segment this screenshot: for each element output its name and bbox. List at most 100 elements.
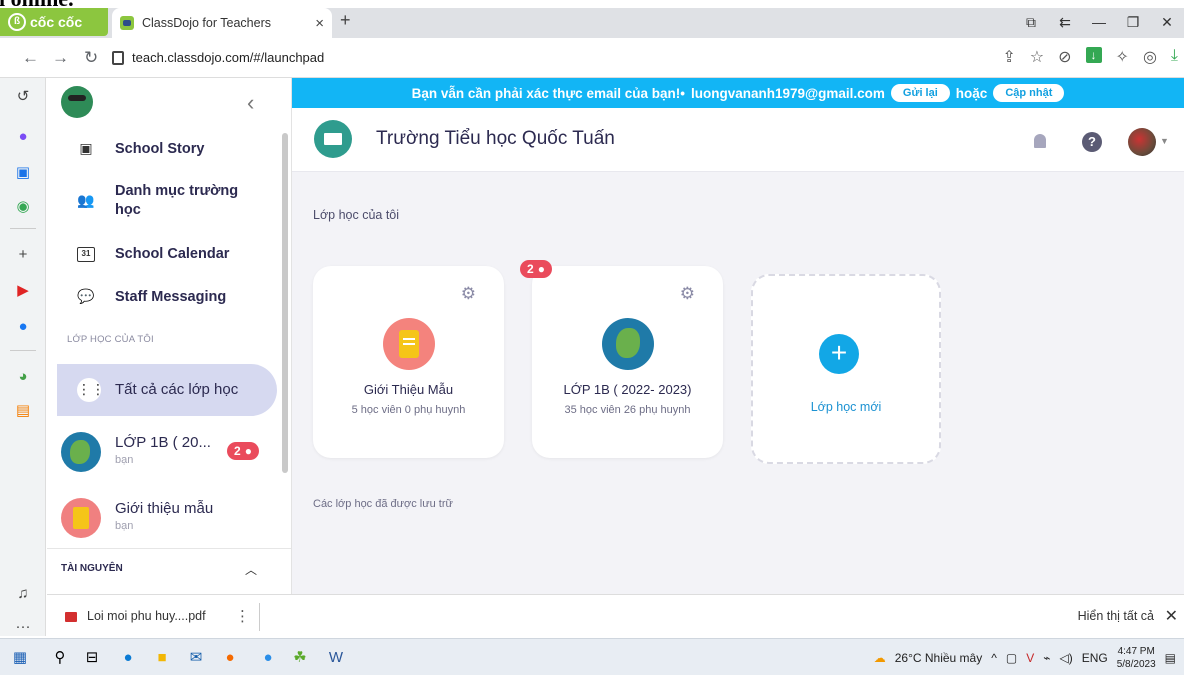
sidebar-item-all-classes[interactable]: ⋮⋮ Tất cả các lớp học xyxy=(57,364,277,416)
collapse-chevron-icon[interactable]: ‹ xyxy=(247,90,254,116)
history-icon[interactable]: ↺ xyxy=(12,86,34,108)
firefox-icon[interactable]: ● xyxy=(220,648,240,668)
plus-icon: + xyxy=(819,334,859,374)
notification-bell-icon[interactable]: ♫ xyxy=(12,583,34,605)
sidebar-item-school-directory[interactable]: 👥 Danh mục trường học xyxy=(77,182,255,220)
sidebar: ‹ ▣ School Story 👥 Danh mục trường học 3… xyxy=(47,78,292,594)
banner-email: luongvananh1979@gmail.com xyxy=(690,85,885,101)
download-file-name[interactable]: Loi moi phu huy....pdf xyxy=(87,609,206,623)
clock[interactable]: 4:47 PM 5/8/2023 xyxy=(1117,645,1156,671)
download-icon[interactable]: ⤓ xyxy=(1171,47,1178,67)
notification-bell-icon[interactable] xyxy=(1034,134,1046,148)
gear-icon[interactable]: ⚙ xyxy=(680,284,695,304)
profile-icon[interactable]: ◎ xyxy=(1143,47,1157,67)
sidebar-class-sample[interactable]: Giới thiệu mẫu bạn xyxy=(61,494,281,544)
tab-title: ClassDojo for Teachers xyxy=(142,16,271,30)
forward-arrow-icon[interactable]: → xyxy=(52,48,69,68)
new-class-label: Lớp học mới xyxy=(810,400,882,414)
shop-icon[interactable]: ▤ xyxy=(12,400,34,422)
archived-classes-heading: Các lớp học đã được lưu trữ xyxy=(313,498,453,510)
main-content: Lớp học của tôi ⚙ Giới Thiệu Mẫu 5 học v… xyxy=(292,172,1184,594)
chevron-up-icon[interactable]: ︿ xyxy=(245,561,257,578)
globe-icon xyxy=(602,318,654,370)
screenshot-icon[interactable]: ⧉ xyxy=(1014,8,1048,38)
reload-icon[interactable]: ↻ xyxy=(84,48,98,68)
browser-tab-classdojo[interactable]: ClassDojo for Teachers × xyxy=(112,8,332,38)
class-card-sample[interactable]: ⚙ Giới Thiệu Mẫu 5 học viên 0 phụ huynh xyxy=(313,266,504,458)
sidebar-item-staff-messaging[interactable]: 💬 Staff Messaging xyxy=(77,288,226,305)
weather-text[interactable]: 26°C Nhiều mây xyxy=(895,651,983,665)
zalo-taskbar-icon[interactable]: ● xyxy=(258,648,278,668)
mail-icon[interactable]: ✉ xyxy=(186,648,206,668)
gear-icon[interactable]: ⚙ xyxy=(461,284,476,304)
edge-icon[interactable]: ● xyxy=(118,648,138,668)
calendar-icon: 31 xyxy=(77,246,95,262)
teacher-avatar[interactable] xyxy=(61,86,93,118)
speaker-icon[interactable]: ◁) xyxy=(1059,651,1072,665)
back-tab-icon[interactable]: ⇇ xyxy=(1048,8,1082,38)
windows-start-icon[interactable]: ▦ xyxy=(10,648,30,668)
messenger-icon[interactable]: ● xyxy=(12,126,34,148)
page-title: Trường Tiểu học Quốc Tuấn xyxy=(376,128,615,149)
lock-icon xyxy=(112,50,124,65)
chat-icon: ● xyxy=(244,444,252,458)
help-icon[interactable]: ? xyxy=(1082,132,1102,152)
maximize-icon[interactable]: ❐ xyxy=(1116,8,1150,38)
weather-icon: ☁ xyxy=(873,650,886,665)
extensions-icon[interactable]: ✧ xyxy=(1116,47,1129,67)
tray-v-icon[interactable]: V xyxy=(1026,651,1034,665)
word-icon[interactable]: W xyxy=(326,648,346,668)
pdf-file-icon xyxy=(65,612,77,622)
update-button[interactable]: Cập nhật xyxy=(993,84,1065,102)
notification-center-icon[interactable]: ▤ xyxy=(1165,651,1176,665)
bookmark-star-icon[interactable]: ☆ xyxy=(1030,47,1044,67)
download-bar: Loi moi phu huy....pdf ⋮ Hiển thị tất cả… xyxy=(47,594,1184,638)
show-all-downloads-link[interactable]: Hiển thị tất cả xyxy=(1078,609,1154,623)
sidebar-class-1b[interactable]: LỚP 1B ( 20... bạn 2 ● xyxy=(61,428,281,478)
add-icon[interactable]: + xyxy=(12,244,34,266)
close-tab-icon[interactable]: × xyxy=(315,15,324,32)
more-icon[interactable]: ··· xyxy=(12,616,34,638)
sidebar-item-label: Staff Messaging xyxy=(115,288,227,305)
clock-time: 4:47 PM xyxy=(1117,645,1155,657)
youtube-icon[interactable]: ▶ xyxy=(12,280,34,302)
zalo-icon[interactable]: ▣ xyxy=(12,162,34,184)
tray-network-icon[interactable]: ⌁ xyxy=(1043,651,1050,665)
more-options-icon[interactable]: ⋮ xyxy=(235,607,250,625)
game-icon[interactable]: ◉ xyxy=(12,196,34,218)
coccoc-taskbar-icon[interactable]: ☘ xyxy=(290,648,310,668)
class-card-1b[interactable]: ⚙ LỚP 1B ( 2022- 2023) 35 học viên 26 ph… xyxy=(532,266,723,458)
search-icon[interactable]: ⚲ xyxy=(50,648,70,668)
tray-chevron-icon[interactable]: ^ xyxy=(991,651,997,665)
sidebar-item-school-story[interactable]: ▣ School Story xyxy=(77,140,204,157)
user-avatar[interactable] xyxy=(1128,128,1156,156)
language-indicator[interactable]: ENG xyxy=(1082,651,1108,665)
sidebar-item-label: Danh mục trường học xyxy=(115,183,239,218)
share-icon[interactable]: ⇪ xyxy=(1002,47,1015,67)
task-view-icon[interactable]: ⊟ xyxy=(82,648,102,668)
close-window-icon[interactable]: ✕ xyxy=(1150,8,1184,38)
back-arrow-icon[interactable]: ← xyxy=(22,48,39,68)
url-field[interactable]: teach.classdojo.com/#/launchpad xyxy=(112,50,324,65)
url-text: teach.classdojo.com/#/launchpad xyxy=(132,50,325,65)
minimize-icon[interactable]: — xyxy=(1082,8,1116,38)
sidebar-resources-section[interactable]: TÀI NGUYÊN ︿ xyxy=(47,548,291,594)
file-explorer-icon[interactable]: ■ xyxy=(152,648,172,668)
shield-icon[interactable]: ⊘ xyxy=(1058,47,1071,67)
download-green-icon[interactable]: ↓ xyxy=(1085,47,1102,63)
brand-label: cốc cốc xyxy=(30,14,83,30)
chevron-down-icon[interactable]: ▼ xyxy=(1160,136,1169,146)
facebook-icon[interactable]: ● xyxy=(12,316,34,338)
sidebar-item-school-calendar[interactable]: 31 School Calendar xyxy=(77,246,229,262)
sidebar-scrollbar[interactable] xyxy=(282,133,288,473)
system-tray: ☁ 26°C Nhiều mây ^ ▢ V ⌁ ◁) ENG 4:47 PM … xyxy=(874,639,1176,676)
tray-app-icon[interactable]: ▢ xyxy=(1006,651,1017,665)
window-controls: ⧉ ⇇ — ❐ ✕ xyxy=(1014,8,1184,38)
class-card-name: Giới Thiệu Mẫu xyxy=(363,382,454,397)
new-tab-button[interactable]: + xyxy=(340,10,351,31)
coccoc-brand-button[interactable]: ß cốc cốc xyxy=(0,8,108,36)
new-class-button[interactable]: + Lớp học mới xyxy=(751,274,941,464)
close-download-bar-icon[interactable]: ✕ xyxy=(1165,606,1178,626)
resend-button[interactable]: Gửi lại xyxy=(890,84,950,102)
apps-icon[interactable]: ◕ xyxy=(12,366,34,388)
